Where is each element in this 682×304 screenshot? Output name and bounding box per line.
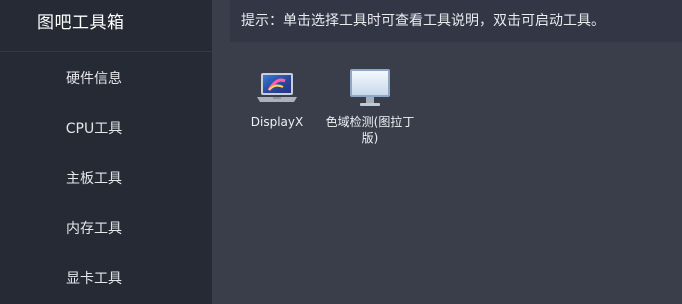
- laptop-icon: [255, 68, 299, 108]
- tool-color-gamut-check[interactable]: 色域检测(图拉丁版): [324, 68, 416, 146]
- app-title: 图吧工具箱: [0, 0, 212, 52]
- main-panel: 提示：单击选择工具时可查看工具说明，双击可启动工具。 DisplayX 色域检测…: [212, 0, 682, 304]
- sidebar-item-motherboard-tools[interactable]: 主板工具: [0, 154, 212, 204]
- tool-displayx[interactable]: DisplayX: [246, 68, 308, 130]
- sidebar-item-cpu-tools[interactable]: CPU工具: [0, 104, 212, 154]
- sidebar-nav: 硬件信息 CPU工具 主板工具 内存工具 显卡工具: [0, 52, 212, 304]
- sidebar-item-hardware-info[interactable]: 硬件信息: [0, 54, 212, 104]
- monitor-icon: [348, 68, 392, 108]
- sidebar-item-memory-tools[interactable]: 内存工具: [0, 204, 212, 254]
- tip-text: 提示：单击选择工具时可查看工具说明，双击可启动工具。: [230, 0, 682, 42]
- sidebar: 图吧工具箱 硬件信息 CPU工具 主板工具 内存工具 显卡工具: [0, 0, 212, 304]
- tool-label: DisplayX: [250, 115, 304, 129]
- tool-label: 色域检测(图拉丁版): [325, 115, 415, 145]
- app-window: 图吧工具箱 硬件信息 CPU工具 主板工具 内存工具 显卡工具 提示：单击选择工…: [0, 0, 682, 304]
- sidebar-item-gpu-tools[interactable]: 显卡工具: [0, 254, 212, 304]
